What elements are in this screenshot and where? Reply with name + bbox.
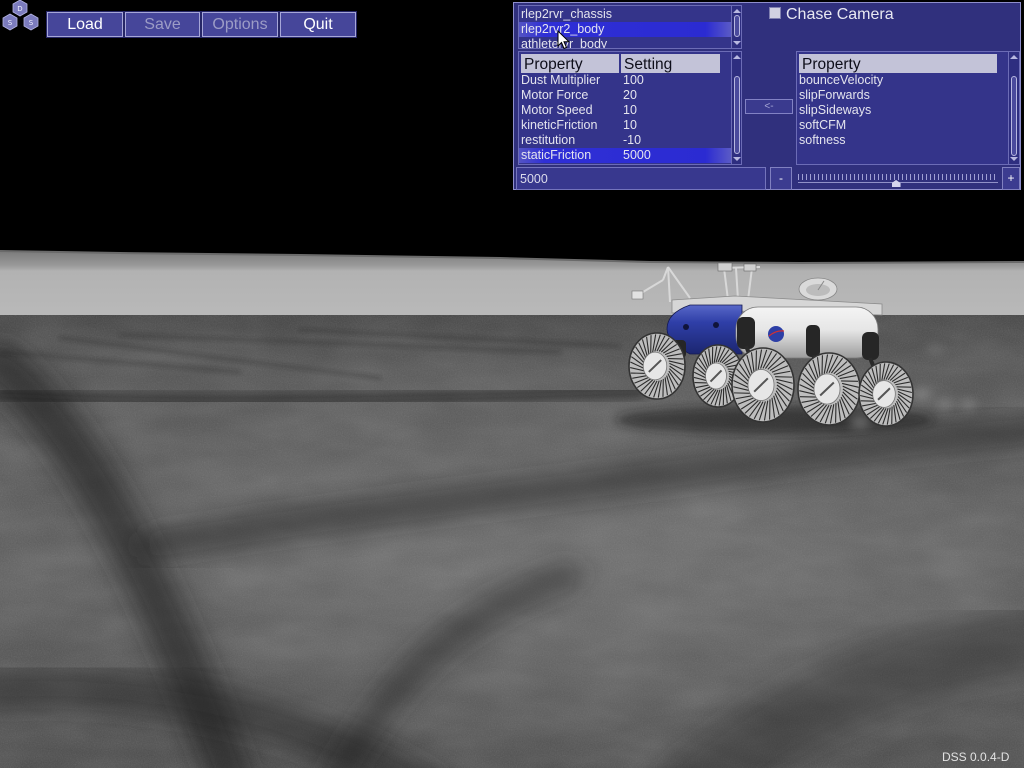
- property-value-input[interactable]: 5000: [516, 167, 766, 190]
- chevron-up-icon[interactable]: [733, 9, 741, 13]
- property-name: kineticFriction: [521, 118, 598, 132]
- rover-wheel: [731, 347, 795, 423]
- object-list-scrollbar[interactable]: [731, 6, 741, 48]
- property-value: 20: [623, 88, 637, 102]
- quit-button[interactable]: Quit: [280, 12, 356, 37]
- list-item[interactable]: softCFM: [797, 118, 1009, 133]
- rover-camera: [743, 263, 757, 272]
- object-name: rlep2rvr_chassis: [521, 7, 613, 21]
- chase-camera-checkbox[interactable]: [769, 7, 781, 19]
- available-property-name: bounceVelocity: [799, 73, 884, 87]
- table-row[interactable]: Motor Force 20: [519, 88, 731, 103]
- chevron-down-icon[interactable]: [733, 41, 741, 45]
- mouse-pointer-icon: [557, 30, 570, 50]
- list-item[interactable]: slipSideways: [797, 103, 1009, 118]
- property-column-header[interactable]: Property: [521, 54, 619, 73]
- rover-port: [713, 322, 719, 328]
- logo-letter-right: S: [29, 19, 34, 27]
- chevron-up-icon[interactable]: [1010, 55, 1018, 59]
- available-property-header[interactable]: Property: [799, 54, 997, 73]
- add-property-button[interactable]: <-: [745, 99, 793, 114]
- property-name: restitution: [521, 133, 576, 147]
- increment-button[interactable]: +: [1002, 167, 1020, 190]
- object-list-item[interactable]: rlep2rvr_chassis: [519, 7, 731, 22]
- rover-sensor: [631, 290, 644, 300]
- property-value-text: 5000: [520, 172, 548, 186]
- rover-wheel: [628, 332, 686, 400]
- available-property-name: softness: [799, 133, 846, 147]
- property-setting-table[interactable]: Property Setting Dust Multiplier 100 Moto…: [518, 51, 742, 165]
- object-list-item[interactable]: athletervr_body: [519, 37, 731, 48]
- dss-hexagon-logo-icon: D S S: [2, 0, 39, 31]
- list-item[interactable]: bounceVelocity: [797, 73, 1009, 88]
- version-label: DSS 0.0.4-D: [942, 750, 1010, 764]
- save-button[interactable]: Save: [125, 12, 200, 37]
- rover-wheel: [858, 361, 914, 427]
- table-row[interactable]: Motor Speed 10: [519, 103, 731, 118]
- chevron-down-icon[interactable]: [1010, 157, 1018, 161]
- setting-column-header[interactable]: Setting: [621, 54, 720, 73]
- logo-letter-top: D: [17, 5, 22, 13]
- table-row[interactable]: Dust Multiplier 100: [519, 73, 731, 88]
- property-name: staticFriction: [521, 148, 592, 162]
- list-item[interactable]: softness: [797, 133, 1009, 148]
- options-button[interactable]: Options: [202, 12, 278, 37]
- available-property-name: softCFM: [799, 118, 847, 132]
- rover-port: [683, 324, 689, 330]
- table-row[interactable]: restitution -10: [519, 133, 731, 148]
- property-name: Motor Force: [521, 88, 589, 102]
- property-table-scrollbar[interactable]: [731, 52, 741, 164]
- property-name: Motor Speed: [521, 103, 593, 117]
- scrollbar-thumb[interactable]: [734, 76, 740, 154]
- decrement-button[interactable]: -: [770, 167, 792, 190]
- logo-letter-left: S: [8, 19, 13, 27]
- property-name: Dust Multiplier: [521, 73, 601, 87]
- list-item[interactable]: slipForwards: [797, 88, 1009, 103]
- property-value: 5000: [623, 148, 651, 162]
- property-value: 10: [623, 103, 637, 117]
- chevron-down-icon[interactable]: [733, 157, 741, 161]
- value-slider[interactable]: [796, 171, 1000, 189]
- chevron-up-icon[interactable]: [733, 55, 741, 59]
- load-button[interactable]: Load: [47, 12, 123, 37]
- object-list[interactable]: rlep2rvr_chassis rlep2rvr2_body athleter…: [518, 5, 742, 49]
- scrollbar-thumb[interactable]: [734, 15, 740, 37]
- available-properties-list[interactable]: Property bounceVelocity slipForwards sli…: [796, 51, 1020, 165]
- property-editor-panel: rlep2rvr_chassis rlep2rvr2_body athleter…: [513, 2, 1021, 190]
- object-list-item[interactable]: rlep2rvr2_body: [519, 22, 731, 37]
- rover-wheel: [797, 352, 861, 426]
- rover-camera: [717, 262, 733, 272]
- table-row[interactable]: kineticFriction 10: [519, 118, 731, 133]
- table-row[interactable]: staticFriction 5000: [519, 148, 731, 163]
- slider-ticks: [798, 174, 998, 180]
- property-value: -10: [623, 133, 642, 147]
- available-list-scrollbar[interactable]: [1008, 52, 1019, 164]
- property-value: 10: [623, 118, 637, 132]
- available-property-name: slipForwards: [799, 88, 870, 102]
- chase-camera-label[interactable]: Chase Camera: [786, 4, 894, 26]
- scrollbar-thumb[interactable]: [1011, 76, 1017, 156]
- property-value: 100: [623, 73, 644, 87]
- nasa-logo-icon: [768, 326, 784, 342]
- available-property-name: slipSideways: [799, 103, 872, 117]
